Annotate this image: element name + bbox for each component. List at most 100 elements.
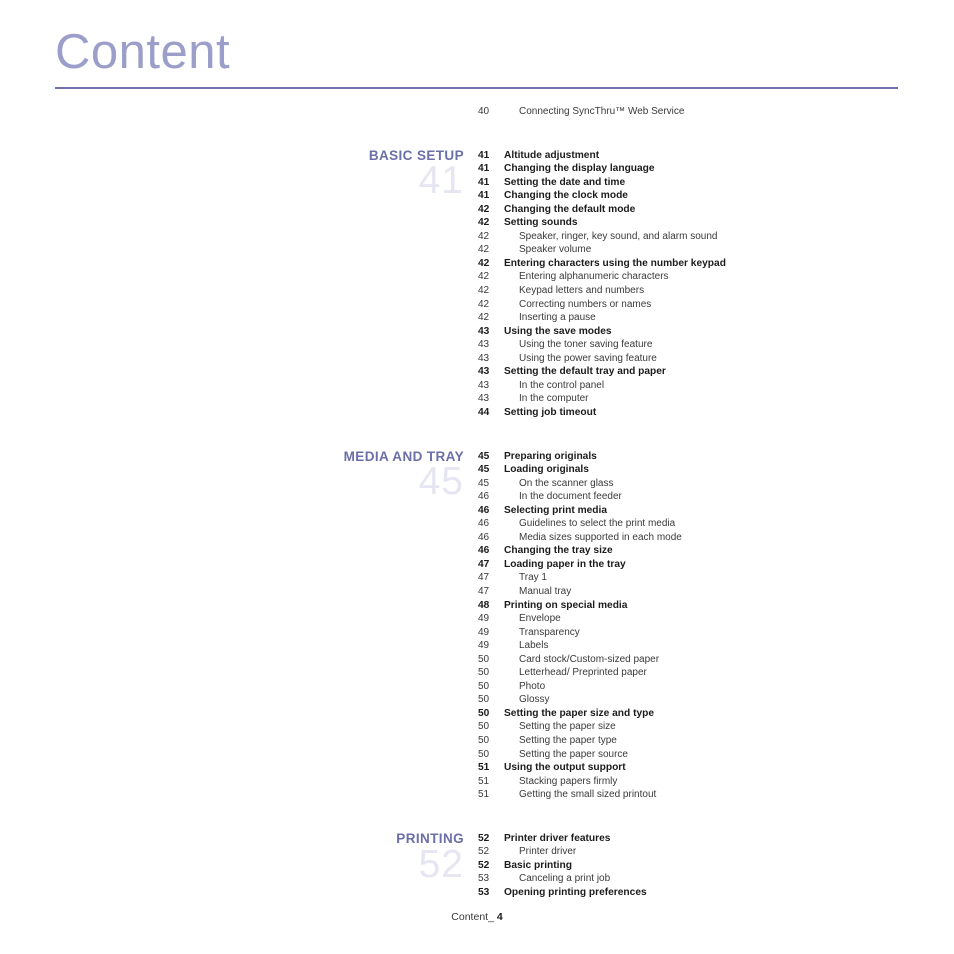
toc-entry-label: Preparing originals [504, 450, 597, 462]
toc-entry[interactable]: 50 Photo [478, 680, 908, 694]
toc-entry[interactable]: 42 Changing the default mode [478, 203, 908, 217]
toc-entry-label: Card stock/Custom-sized paper [519, 653, 660, 665]
toc-entry-page-number: 52 [478, 859, 490, 871]
toc-entry[interactable]: 51 Getting the small sized printout [478, 788, 908, 802]
toc-entry[interactable]: 42 Entering characters using the number k… [478, 257, 908, 271]
toc-entry-page-number: 50 [478, 653, 490, 665]
toc-entry[interactable]: 46 Selecting print media [478, 504, 908, 518]
toc-entry-page-number: 41 [478, 149, 490, 161]
toc-entry[interactable]: 45 Loading originals [478, 463, 908, 477]
toc-entry[interactable]: 41 Altitude adjustment [478, 149, 908, 163]
toc-entry[interactable]: 50 Card stock/Custom-sized paper [478, 653, 908, 667]
toc-entry-page-number: 44 [478, 406, 490, 418]
toc-entry[interactable]: 40 Connecting SyncThru™ Web Service [478, 105, 908, 119]
toc-entry-page-number: 46 [478, 491, 490, 503]
toc-section-header[interactable]: MEDIA AND TRAY 45 [144, 449, 464, 504]
toc-entry-label: Labels [519, 640, 549, 652]
toc-entry[interactable]: 50 Glossy [478, 693, 908, 707]
page-footer: Content_ 4 [0, 911, 954, 923]
toc-entry[interactable]: 42 Entering alphanumeric characters [478, 270, 908, 284]
toc-entry-page-number: 41 [478, 190, 490, 202]
toc-entry[interactable]: 46 Guidelines to select the print media [478, 517, 908, 531]
toc-entry[interactable]: 48 Printing on special media [478, 599, 908, 613]
toc-entry[interactable]: 49 Labels [478, 639, 908, 653]
page-title: Content [55, 25, 231, 79]
toc-entry[interactable]: 43 Using the power saving feature [478, 352, 908, 366]
toc-entry[interactable]: 49 Transparency [478, 626, 908, 640]
toc-entry-page-number: 45 [478, 450, 490, 462]
toc-entry[interactable]: 52 Printer driver [478, 845, 908, 859]
toc-entry[interactable]: 42 Setting sounds [478, 216, 908, 230]
toc-entry[interactable]: 42 Speaker volume [478, 243, 908, 257]
toc-section: PRINTING 52 52 Printer driver features 52 Pri… [0, 831, 954, 900]
toc-entry[interactable]: 50 Setting the paper source [478, 748, 908, 762]
toc-entry-label: In the control panel [519, 379, 605, 391]
toc-entry-label: On the scanner glass [519, 477, 614, 489]
toc-entry-page-number: 45 [478, 477, 490, 489]
toc-entry-label: Inserting a pause [519, 312, 596, 324]
toc-entry[interactable]: 46 Media sizes supported in each mode [478, 531, 908, 545]
toc-entry-label: Changing the tray size [504, 545, 613, 557]
toc-entry-page-number: 53 [478, 873, 490, 885]
toc-entry-label: Stacking papers firmly [519, 775, 618, 787]
toc-entry-page-number: 50 [478, 667, 490, 679]
toc-entry[interactable]: 43 In the computer [478, 392, 908, 406]
toc-entry[interactable]: 49 Envelope [478, 612, 908, 626]
toc-entry[interactable]: 47 Manual tray [478, 585, 908, 599]
toc-entry[interactable]: 47 Loading paper in the tray [478, 558, 908, 572]
toc-entry-page-number: 40 [478, 106, 490, 117]
toc-entry[interactable]: 42 Correcting numbers or names [478, 298, 908, 312]
toc-entry-label: Speaker, ringer, key sound, and alarm so… [519, 230, 718, 242]
toc-entry[interactable]: 53 Canceling a print job [478, 872, 908, 886]
toc-entry-label: Loading paper in the tray [504, 558, 626, 570]
toc-section-header[interactable]: BASIC SETUP 41 [144, 148, 464, 201]
toc-entry[interactable]: 50 Letterhead/ Preprinted paper [478, 666, 908, 680]
toc-entry-page-number: 47 [478, 558, 490, 570]
toc-entry-page-number: 45 [478, 464, 490, 476]
toc-entry-page-number: 43 [478, 352, 490, 364]
toc-entry-page-number: 51 [478, 775, 490, 787]
toc-entry-page-number: 51 [478, 789, 490, 801]
toc-entry[interactable]: 51 Stacking papers firmly [478, 775, 908, 789]
toc-section: MEDIA AND TRAY 45 45 Preparing originals 45 L… [0, 449, 954, 802]
toc-entry[interactable]: 43 In the control panel [478, 379, 908, 393]
toc-entry[interactable]: 44 Setting job timeout [478, 406, 908, 420]
toc-entry-page-number: 42 [478, 298, 490, 310]
toc-entry-page-number: 42 [478, 312, 490, 324]
toc-section-header[interactable]: PRINTING 52 [144, 831, 464, 886]
toc-entry[interactable]: 46 In the document feeder [478, 490, 908, 504]
toc-entry[interactable]: 43 Setting the default tray and paper [478, 365, 908, 379]
toc-entry[interactable]: 43 Using the toner saving feature [478, 338, 908, 352]
toc-entry[interactable]: 47 Tray 1 [478, 571, 908, 585]
toc-entry[interactable]: 45 Preparing originals [478, 450, 908, 464]
toc-entry[interactable]: 41 Changing the display language [478, 162, 908, 176]
toc-entry[interactable]: 42 Inserting a pause [478, 311, 908, 325]
toc-entry[interactable]: 45 On the scanner glass [478, 477, 908, 491]
toc-entry-list: 52 Printer driver features 52 Printer drive… [478, 832, 908, 900]
toc-entry-label: In the document feeder [519, 491, 622, 503]
toc-entry-label: Speaker volume [519, 244, 592, 256]
toc-entry[interactable]: 41 Setting the date and time [478, 176, 908, 190]
toc-entry[interactable]: 42 Speaker, ringer, key sound, and alarm … [478, 230, 908, 244]
toc-entry[interactable]: 53 Opening printing preferences [478, 886, 908, 900]
toc-entry[interactable]: 52 Printer driver features [478, 832, 908, 846]
toc-entry-page-number: 41 [478, 176, 490, 188]
toc-entry[interactable]: 46 Changing the tray size [478, 544, 908, 558]
toc-entry[interactable]: 51 Using the output support [478, 761, 908, 775]
toc-entry-page-number: 52 [478, 846, 490, 858]
toc-entry-label: Using the power saving feature [519, 352, 657, 364]
toc-entry-label: Setting the paper source [519, 748, 628, 760]
toc-entry[interactable]: 41 Changing the clock mode [478, 189, 908, 203]
toc-entry[interactable]: 50 Setting the paper size [478, 720, 908, 734]
toc-entry[interactable]: 50 Setting the paper type [478, 734, 908, 748]
toc-entry-label: Entering characters using the number key… [504, 257, 726, 269]
toc-entry-label: Getting the small sized printout [519, 789, 657, 801]
toc-entry[interactable]: 43 Using the save modes [478, 325, 908, 339]
toc-section-page-watermark: 52 [418, 842, 464, 886]
toc-entry[interactable]: 42 Keypad letters and numbers [478, 284, 908, 298]
toc-entry[interactable]: 52 Basic printing [478, 859, 908, 873]
toc-section-page-watermark: 45 [418, 460, 464, 504]
toc-entry[interactable]: 50 Setting the paper size and type [478, 707, 908, 721]
title-divider [55, 87, 898, 89]
toc-entry-page-number: 43 [478, 325, 490, 337]
